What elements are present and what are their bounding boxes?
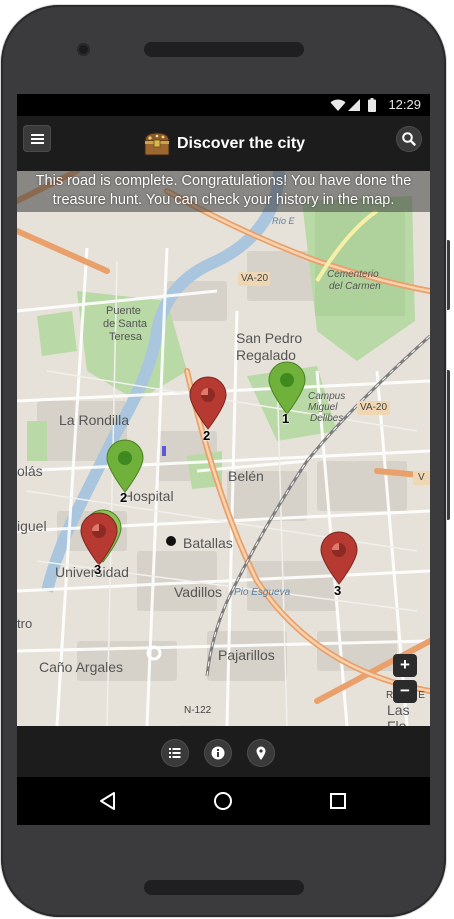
recents-icon[interactable] (326, 789, 350, 813)
app-bar: Discover the city (17, 116, 430, 171)
map-pin-red-icon (320, 531, 358, 585)
marker-number: 3 (94, 562, 102, 577)
app-title-group: Discover the city (143, 129, 305, 159)
label-belen: Belén (228, 468, 264, 484)
label-del-carmen: del Carmen (329, 281, 381, 292)
list-icon (169, 748, 181, 758)
completion-banner: This road is complete. Congratulations! … (17, 171, 430, 212)
map-marker[interactable]: 2 (105, 439, 145, 509)
map-labels: Puente de Santa Teresa La Rondilla olás … (17, 171, 430, 726)
marker-number: 3 (334, 583, 342, 598)
location-button[interactable] (247, 739, 275, 767)
info-icon (211, 746, 225, 760)
zoom-out-button[interactable]: − (393, 680, 417, 703)
bottom-toolbar (17, 726, 430, 777)
zoom-in-button[interactable]: + (393, 654, 417, 677)
label-pio-esgueva: Pio Esgueva (234, 587, 291, 598)
label-delibes: Delibes (310, 413, 344, 424)
label-cano-argales: Caño Argales (39, 659, 124, 675)
bottom-speaker (144, 880, 304, 895)
label-olas: olás (17, 463, 43, 479)
search-icon (402, 132, 416, 146)
back-icon[interactable] (96, 789, 120, 813)
location-pin-icon (256, 746, 266, 760)
label-campus: Campus (308, 391, 346, 402)
marker-number: 2 (120, 490, 128, 505)
device-screen: 12:29 Discover the city Puente de Santa … (17, 94, 430, 825)
label-teresa: Teresa (109, 331, 143, 343)
label-las-flo: Las Flo (387, 702, 410, 726)
volume-button (446, 240, 450, 310)
status-time: 12:29 (388, 97, 421, 112)
map-marker[interactable]: 3 (319, 531, 359, 601)
menu-button[interactable] (23, 125, 51, 152)
signal-icon (348, 99, 360, 111)
map-view[interactable]: Puente de Santa Teresa La Rondilla olás … (17, 171, 430, 726)
marker-number: 2 (203, 428, 211, 443)
marker-number: 1 (282, 411, 290, 426)
treasure-chest-icon (144, 132, 170, 156)
label-batallas: Batallas (183, 535, 233, 551)
map-pin-red-icon (80, 512, 118, 566)
label-la-rondilla: La Rondilla (59, 412, 130, 428)
map-marker[interactable]: 3 (79, 509, 123, 582)
front-camera (77, 43, 90, 56)
label-tro: tro (17, 616, 33, 631)
home-icon[interactable] (211, 789, 235, 813)
completion-message: This road is complete. Congratulations! … (35, 173, 412, 208)
status-bar: 12:29 (17, 94, 430, 116)
label-cementerio: Cementerio (327, 269, 379, 280)
label-miguel: Miguel (308, 402, 338, 413)
power-button (446, 370, 450, 520)
map-pin-green-icon (106, 439, 144, 493)
label-va20-top: VA-20 (241, 273, 269, 284)
map-pin-green-icon (268, 361, 306, 415)
label-va20-right: VA-20 (360, 402, 388, 413)
label-san-pedro: San Pedro (236, 330, 303, 346)
label-iguel: iguel (17, 518, 47, 534)
wifi-icon (330, 99, 346, 111)
page-title: Discover the city (177, 135, 306, 152)
label-rio: Río E (272, 216, 295, 226)
label-v-right: V (418, 472, 425, 483)
system-nav-bar (17, 777, 430, 825)
earpiece-speaker (144, 42, 304, 57)
label-pajarillos: Pajarillos (218, 647, 275, 663)
map-marker[interactable]: 1 (267, 361, 307, 431)
search-button[interactable] (396, 126, 422, 152)
label-puente: Puente (106, 305, 141, 317)
label-n122: N-122 (184, 705, 212, 716)
map-pin-red-icon (189, 376, 227, 430)
map-marker[interactable]: 2 (188, 376, 228, 446)
label-vadillos: Vadillos (174, 584, 222, 600)
list-button[interactable] (161, 739, 189, 767)
label-de-santa: de Santa (103, 318, 148, 330)
info-button[interactable] (204, 739, 232, 767)
battery-icon (368, 98, 376, 112)
